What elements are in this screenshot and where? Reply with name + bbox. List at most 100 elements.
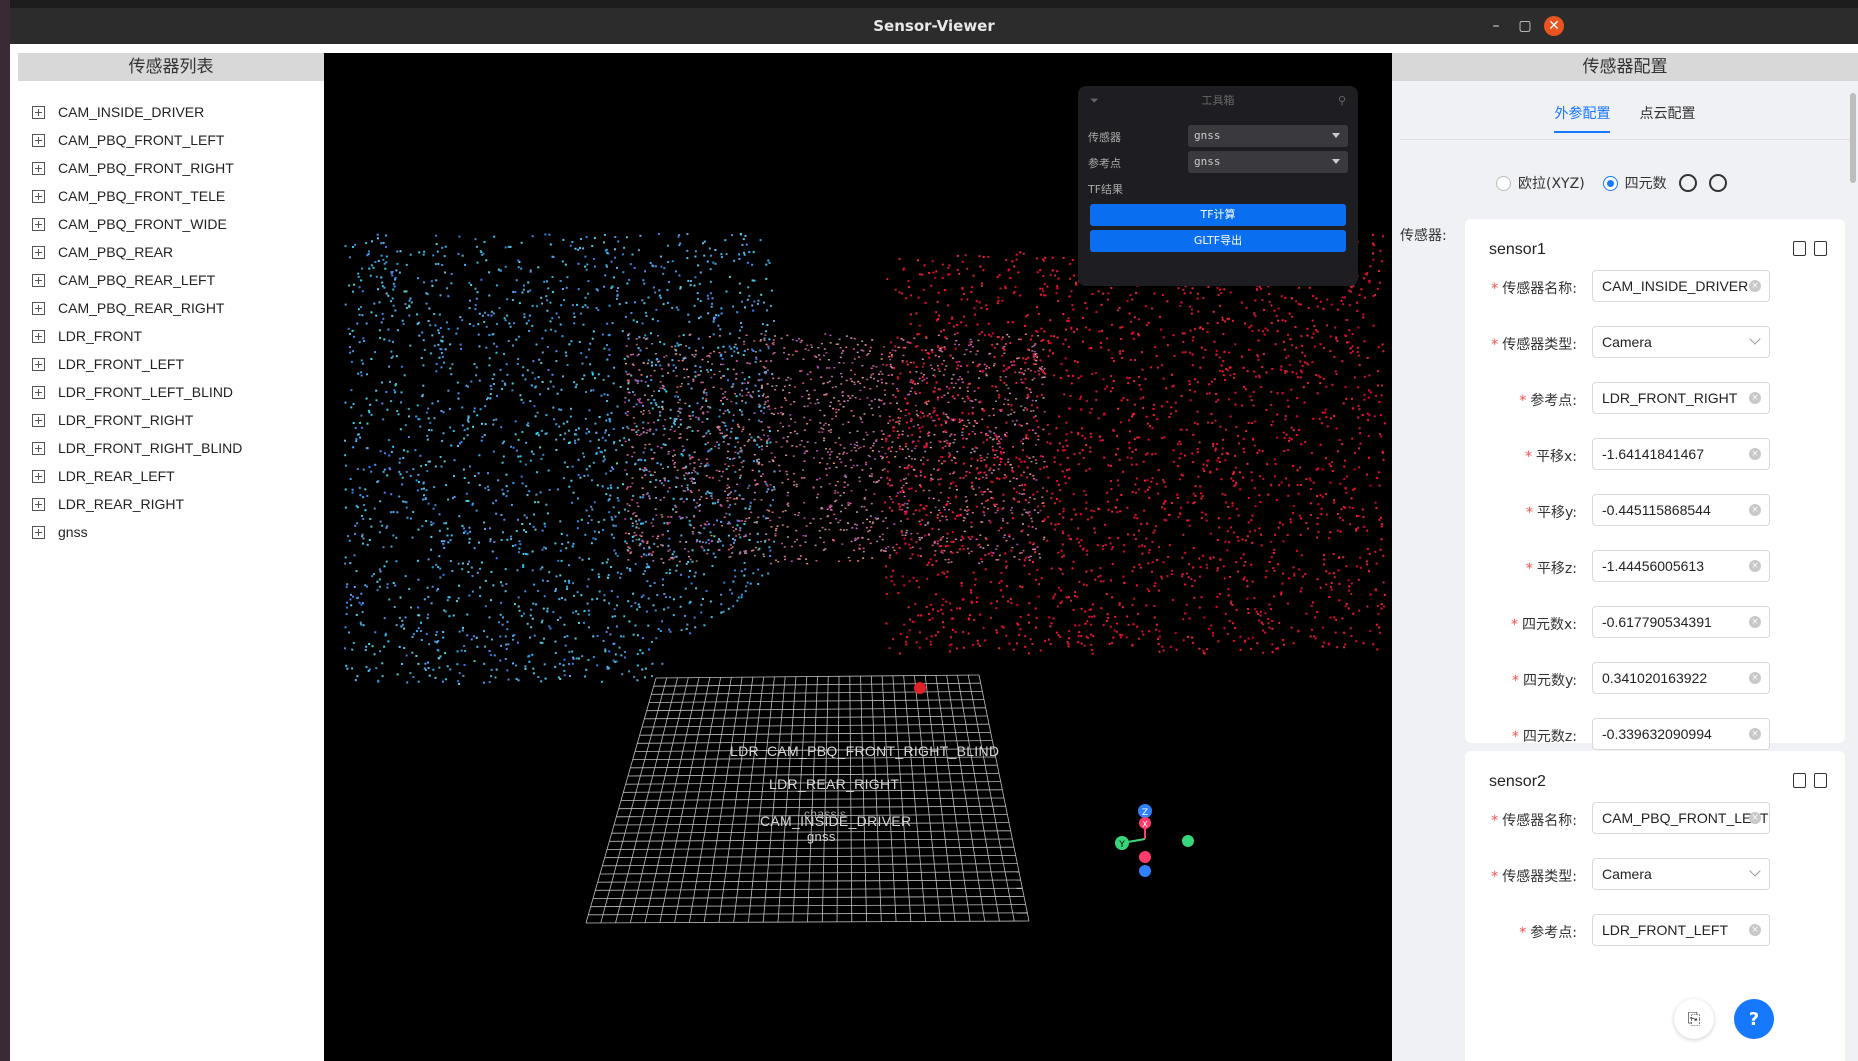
gltf-export-button[interactable]: GLTF导出 [1090,230,1346,252]
clear-icon[interactable]: × [1749,448,1761,460]
rotate-cw-icon[interactable] [1708,174,1727,192]
toolbox-ref-select[interactable]: gnss [1188,151,1348,173]
tabs-divider [1400,139,1850,140]
expand-icon[interactable] [32,217,45,231]
label-mid-cluster: LDR_REAR_RIGHT [769,776,900,792]
field-input[interactable]: -0.445115868544 × [1592,494,1770,526]
field-input[interactable]: -0.617790534391 × [1592,606,1770,638]
expand-icon[interactable] [32,189,45,203]
field-input[interactable]: -0.339632090994 × [1592,718,1770,750]
collapse-icon[interactable]: ⏷ [1090,86,1099,116]
delete-icon[interactable] [1814,773,1827,788]
field-label-text: 参考点: [1530,925,1577,941]
rotation-mode-group: 欧拉(XYZ) 四元数 [1496,173,1727,193]
expand-icon[interactable] [32,413,45,427]
sensor-list-item[interactable]: LDR_FRONT_LEFT_BLIND [18,378,324,406]
field-input[interactable]: 0.341020163922 × [1592,662,1770,694]
sensor-type-select[interactable]: Camera [1592,858,1770,890]
translate-icon[interactable]: ⎘ [1674,999,1714,1039]
sensor-list-item[interactable]: CAM_PBQ_FRONT_TELE [18,182,324,210]
card-actions [1793,241,1827,256]
clear-icon[interactable]: × [1749,728,1761,740]
help-icon[interactable]: ? [1734,999,1774,1039]
sensor-list-item[interactable]: LDR_REAR_RIGHT [18,490,324,518]
sensor-list-item[interactable]: LDR_REAR_LEFT [18,462,324,490]
field-input[interactable]: -1.44456005613 × [1592,550,1770,582]
sensor-type-select[interactable]: Camera [1592,326,1770,358]
radio-quaternion[interactable] [1602,175,1618,191]
sensor-list-item-label: LDR_FRONT [58,328,143,344]
sensor-list-item[interactable]: LDR_FRONT_RIGHT [18,406,324,434]
field-input[interactable]: LDR_FRONT_RIGHT × [1592,382,1770,414]
required-mark: * [1491,337,1499,353]
toolbox-sensor-select[interactable]: gnss [1188,125,1348,147]
expand-icon[interactable] [32,301,45,315]
clear-icon[interactable]: × [1749,280,1761,292]
close-button[interactable]: ✕ [1544,16,1564,36]
clear-icon[interactable]: × [1749,924,1761,936]
sensor-list-item[interactable]: CAM_INSIDE_DRIVER [18,98,324,126]
sensor-list-item[interactable]: LDR_FRONT_RIGHT_BLIND [18,434,324,462]
sensor-list-item[interactable]: CAM_PBQ_REAR [18,238,324,266]
sensor-list-item[interactable]: CAM_PBQ_REAR_LEFT [18,266,324,294]
copy-icon[interactable] [1793,773,1806,788]
field-input[interactable]: -1.64141841467 × [1592,438,1770,470]
toolbox-ref-label: 参考点 [1088,157,1121,170]
sensor-list-item[interactable]: LDR_FRONT_LEFT [18,350,324,378]
expand-icon[interactable] [32,441,45,455]
expand-icon[interactable] [32,497,45,511]
delete-icon[interactable] [1814,241,1827,256]
expand-icon[interactable] [32,273,45,287]
tab-extrinsic[interactable]: 外参配置 [1554,103,1611,133]
radio-euler[interactable] [1496,175,1511,191]
expand-icon[interactable] [32,105,45,119]
field-label-text: 四元数x: [1521,617,1577,633]
field-value: CAM_INSIDE_DRIVER [1602,278,1749,294]
tf-compute-button[interactable]: TF计算 [1090,204,1346,226]
field-input[interactable]: LDR_FRONT_LEFT × [1592,914,1770,946]
sensor-list-item[interactable]: gnss [18,518,324,546]
maximize-button[interactable]: ▢ [1515,16,1535,36]
expand-icon[interactable] [32,329,45,343]
expand-icon[interactable] [32,525,45,539]
ground-grid [585,674,1030,924]
expand-icon[interactable] [32,357,45,371]
sensor-list-item[interactable]: CAM_PBQ_REAR_RIGHT [18,294,324,322]
expand-icon[interactable] [32,469,45,483]
clear-icon[interactable]: × [1749,392,1761,404]
axes-gizmo[interactable]: Z Y X [1112,801,1212,881]
rotate-ccw-icon[interactable] [1678,174,1697,192]
config-scrollbar[interactable] [1850,93,1856,183]
sensor-list-item[interactable]: CAM_PBQ_FRONT_LEFT [18,126,324,154]
toolbox-ref-value: gnss [1194,155,1221,168]
expand-icon[interactable] [32,245,45,259]
sensor-list-item[interactable]: LDR_FRONT [18,322,324,350]
clear-icon[interactable]: × [1749,504,1761,516]
chevron-down-icon[interactable] [1749,865,1761,877]
expand-icon[interactable] [32,133,45,147]
sensor-list-item-label: CAM_PBQ_REAR_RIGHT [58,300,225,316]
point-cloud-viewport[interactable]: LDR_CAM_PBQ_FRONT_RIGHT_BLIND LDR_REAR_R… [324,53,1392,1061]
sensor-list-item[interactable]: CAM_PBQ_FRONT_RIGHT [18,154,324,182]
field-label-text: 传感器名称: [1502,281,1577,297]
expand-icon[interactable] [32,161,45,175]
clear-icon[interactable]: × [1749,616,1761,628]
chevron-down-icon[interactable] [1749,333,1761,345]
field-input[interactable]: CAM_INSIDE_DRIVER × [1592,270,1770,302]
minimize-button[interactable]: – [1486,16,1506,36]
sensor-config-panel: 传感器配置 外参配置 点云配置 欧拉(XYZ) 四元数 传感器: sensor1… [1392,53,1858,1061]
toolbox-title: 工具箱 [1201,94,1235,107]
expand-icon[interactable] [32,385,45,399]
field-label-text: 传感器类型: [1502,869,1577,885]
field-input[interactable]: CAM_PBQ_FRONT_LEFT × [1592,802,1770,834]
clear-icon[interactable]: × [1749,560,1761,572]
tab-pointcloud[interactable]: 点云配置 [1640,103,1696,131]
sensor-list-item[interactable]: CAM_PBQ_FRONT_WIDE [18,210,324,238]
copy-icon[interactable] [1793,241,1806,256]
sensor-list-item-label: LDR_FRONT_LEFT [58,356,185,372]
search-icon[interactable]: ⚲ [1338,86,1346,116]
clear-icon[interactable]: × [1749,672,1761,684]
required-mark: * [1519,393,1527,409]
clear-icon[interactable]: × [1749,812,1761,824]
field-label: * 四元数y: [1512,670,1577,690]
